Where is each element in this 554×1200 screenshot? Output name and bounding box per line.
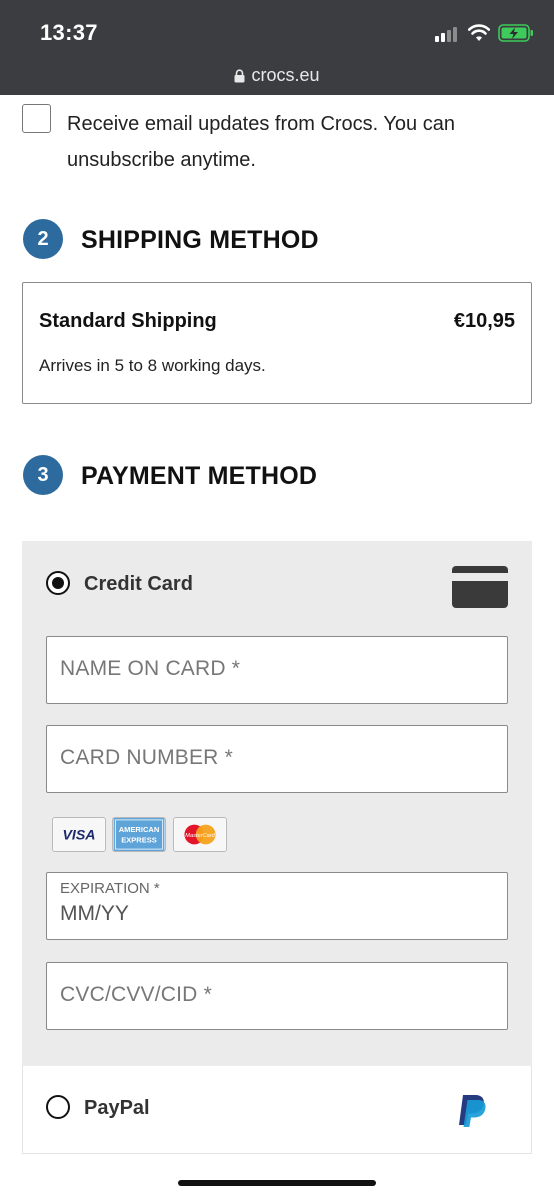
browser-url-bar[interactable]: crocs.eu: [0, 62, 554, 95]
battery-charging-icon: [498, 24, 533, 42]
visa-logo-text: VISA: [63, 827, 96, 843]
payment-method-title: PAYMENT METHOD: [81, 462, 318, 490]
expiration-input[interactable]: EXPIRATION * MM/YY: [46, 872, 508, 940]
shipping-option-eta: Arrives in 5 to 8 working days.: [39, 356, 266, 375]
payment-step-badge: 3: [23, 455, 63, 495]
shipping-method-title: SHIPPING METHOD: [81, 226, 319, 254]
status-time: 13:37: [40, 20, 98, 45]
home-indicator: [178, 1180, 376, 1186]
shipping-option-name: Standard Shipping: [39, 310, 217, 332]
paypal-icon: [459, 1095, 486, 1127]
expiration-label: EXPIRATION *: [60, 880, 160, 897]
card-number-input[interactable]: CARD NUMBER *: [46, 725, 508, 793]
wifi-icon: [468, 24, 490, 41]
email-updates-checkbox[interactable]: [22, 104, 51, 133]
cellular-signal-icon: [435, 26, 461, 42]
credit-card-radio[interactable]: [46, 571, 70, 595]
paypal-radio[interactable]: [46, 1095, 70, 1119]
amex-logo-text-2: EXPRESS: [121, 836, 157, 845]
shipping-step-badge: 2: [23, 219, 63, 259]
cvc-placeholder: CVC/CVV/CID *: [60, 983, 212, 1006]
status-bar: 13:37: [0, 0, 554, 62]
name-on-card-input[interactable]: NAME ON CARD *: [46, 636, 508, 704]
credit-card-icon: [452, 566, 508, 608]
standard-shipping-option[interactable]: Standard Shipping €10,95 Arrives in 5 to…: [22, 282, 532, 404]
card-number-placeholder: CARD NUMBER *: [60, 746, 233, 769]
cvc-input[interactable]: CVC/CVV/CID *: [46, 962, 508, 1030]
paypal-label[interactable]: PayPal: [84, 1097, 150, 1120]
mastercard-logo-text: MasterCard: [185, 833, 215, 839]
mastercard-logo: MasterCard: [173, 817, 227, 852]
shipping-option-price: €10,95: [453, 310, 515, 332]
email-updates-label: Receive email updates from Crocs. You ca…: [67, 113, 455, 171]
browser-url: crocs.eu: [251, 65, 320, 85]
american-express-logo: AMERICAN EXPRESS: [112, 817, 166, 852]
accepted-cards: VISA AMERICAN EXPRESS MasterCard: [52, 817, 232, 852]
lock-icon: [234, 68, 245, 82]
name-on-card-placeholder: NAME ON CARD *: [60, 657, 241, 680]
expiration-placeholder: MM/YY: [60, 902, 129, 925]
amex-logo-text-1: AMERICAN: [119, 825, 160, 834]
visa-logo: VISA: [52, 817, 106, 852]
credit-card-label[interactable]: Credit Card: [84, 573, 193, 596]
